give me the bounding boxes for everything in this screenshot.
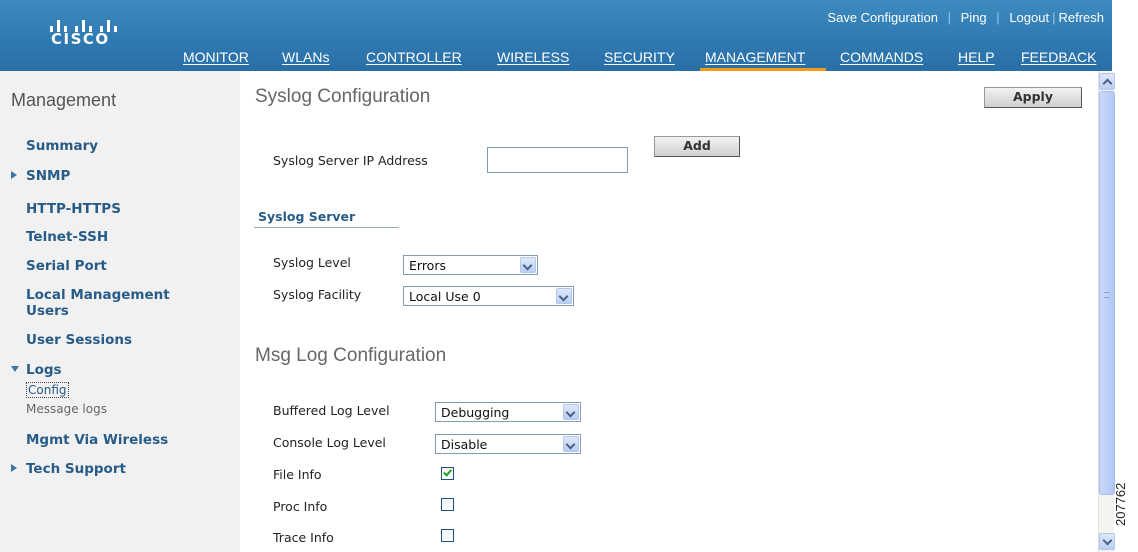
sidebar-title: Management xyxy=(11,90,117,110)
cisco-bridge-icon xyxy=(48,12,134,32)
sidebar-item-mgmt-via-wireless[interactable]: Mgmt Via Wireless xyxy=(26,432,168,448)
page-title: Syslog Configuration xyxy=(255,86,431,107)
main-nav: MONITOR WLANs CONTROLLER WIRELESS SECURI… xyxy=(0,45,1112,72)
scroll-up-arrow-icon[interactable] xyxy=(1099,73,1115,90)
top-header: CISCO Save Configuration | Ping | Logout… xyxy=(0,0,1112,72)
nav-commands[interactable]: COMMANDS xyxy=(840,49,923,65)
syslog-server-ip-input[interactable] xyxy=(487,147,628,173)
vertical-scrollbar[interactable] xyxy=(1098,71,1115,552)
apply-button[interactable]: Apply xyxy=(984,87,1082,108)
console-log-level-select[interactable]: Disable xyxy=(435,434,581,454)
scroll-down-arrow-icon[interactable] xyxy=(1099,533,1115,550)
nav-feedback[interactable]: FEEDBACK xyxy=(1021,49,1096,65)
proc-info-checkbox[interactable] xyxy=(441,498,454,511)
buffered-log-level-label: Buffered Log Level xyxy=(273,403,390,418)
proc-info-label: Proc Info xyxy=(273,499,328,514)
trace-info-label: Trace Info xyxy=(273,530,334,545)
console-log-level-value: Disable xyxy=(441,437,488,452)
sidebar-item-summary[interactable]: Summary xyxy=(26,138,98,154)
syslog-facility-value: Local Use 0 xyxy=(409,289,481,304)
sidebar-item-telnet-ssh[interactable]: Telnet-SSH xyxy=(26,229,108,245)
chevron-down-icon[interactable] xyxy=(563,404,579,420)
refresh-link[interactable]: Refresh xyxy=(1058,10,1104,25)
syslog-level-value: Errors xyxy=(409,258,446,273)
ping-link[interactable]: Ping xyxy=(961,10,987,25)
syslog-server-ip-label: Syslog Server IP Address xyxy=(273,153,428,168)
buffered-log-level-select[interactable]: Debugging xyxy=(435,402,581,422)
nav-security[interactable]: SECURITY xyxy=(604,49,675,65)
sidebar-item-user-sessions[interactable]: User Sessions xyxy=(26,332,132,348)
chevron-down-icon[interactable] xyxy=(11,366,19,372)
nav-wireless[interactable]: WIRELESS xyxy=(497,49,569,65)
utility-links: Save Configuration | Ping | Logout | Refre… xyxy=(827,10,1104,25)
section-divider xyxy=(254,227,399,228)
sidebar: Management Summary SNMP HTTP-HTTPS Telne… xyxy=(0,71,240,552)
syslog-facility-select[interactable]: Local Use 0 xyxy=(403,286,574,306)
chevron-right-icon[interactable] xyxy=(11,171,17,179)
scroll-thumb[interactable] xyxy=(1099,91,1115,495)
chevron-right-icon[interactable] xyxy=(11,464,17,472)
file-info-label: File Info xyxy=(273,467,322,482)
logout-link[interactable]: Logout xyxy=(1009,10,1049,25)
nav-wlans[interactable]: WLANs xyxy=(282,49,329,65)
add-button[interactable]: Add xyxy=(654,136,740,157)
sidebar-subitem-config[interactable]: Config xyxy=(26,382,69,398)
trace-info-checkbox[interactable] xyxy=(441,529,454,542)
syslog-level-select[interactable]: Errors xyxy=(403,255,538,275)
main-content: Syslog Configuration Apply Syslog Server… xyxy=(240,71,1098,552)
grip-icon xyxy=(1104,292,1110,298)
sidebar-subitem-message-logs[interactable]: Message logs xyxy=(26,402,107,416)
chevron-down-icon[interactable] xyxy=(520,257,536,273)
chevron-down-icon[interactable] xyxy=(563,436,579,452)
chevron-down-icon[interactable] xyxy=(556,288,572,304)
save-configuration-link[interactable]: Save Configuration xyxy=(827,10,938,25)
syslog-level-label: Syslog Level xyxy=(273,255,351,270)
sidebar-item-serial-port[interactable]: Serial Port xyxy=(26,258,107,274)
nav-monitor[interactable]: MONITOR xyxy=(183,49,249,65)
checkmark-icon xyxy=(443,467,452,477)
sidebar-item-snmp[interactable]: SNMP xyxy=(26,168,70,184)
nav-controller[interactable]: CONTROLLER xyxy=(366,49,462,65)
file-info-checkbox[interactable] xyxy=(441,467,454,480)
sidebar-item-tech-support[interactable]: Tech Support xyxy=(26,461,126,477)
figure-id: 207762 xyxy=(1113,482,1128,526)
msg-log-section-title: Msg Log Configuration xyxy=(255,345,447,366)
nav-management[interactable]: MANAGEMENT xyxy=(705,49,805,65)
sidebar-item-logs[interactable]: Logs xyxy=(26,362,62,378)
buffered-log-level-value: Debugging xyxy=(441,405,510,420)
console-log-level-label: Console Log Level xyxy=(273,435,386,450)
syslog-facility-label: Syslog Facility xyxy=(273,287,362,302)
syslog-server-section-header: Syslog Server xyxy=(258,209,356,224)
sidebar-item-local-management-users[interactable]: Local Management Users xyxy=(26,287,216,319)
nav-help[interactable]: HELP xyxy=(958,49,995,65)
sidebar-item-http-https[interactable]: HTTP-HTTPS xyxy=(26,201,121,217)
